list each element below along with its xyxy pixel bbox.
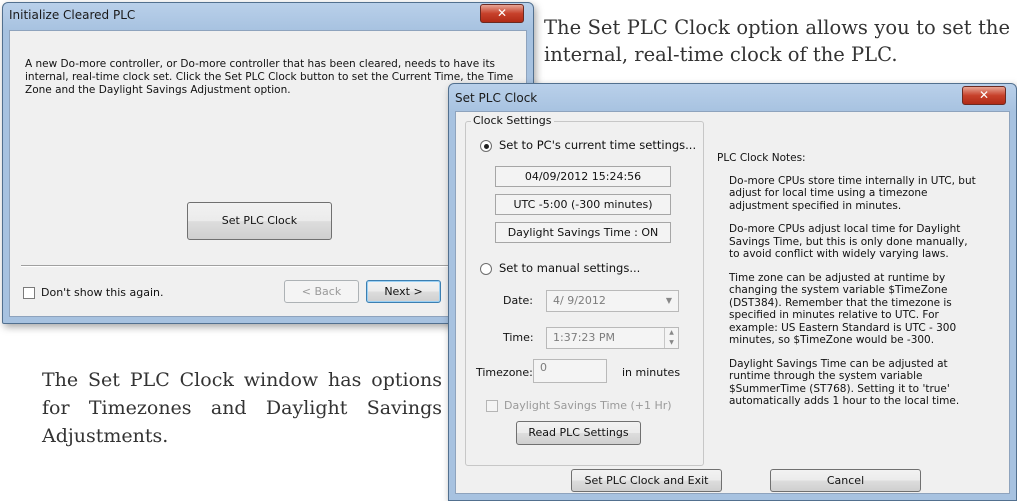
caption-set-plc-clock-window: The Set PLC Clock window has options for… xyxy=(42,369,442,447)
read-plc-settings-button[interactable]: Read PLC Settings xyxy=(516,421,641,445)
window-title: Initialize Cleared PLC xyxy=(9,8,136,22)
timezone-input[interactable]: 0 xyxy=(533,359,607,383)
time-label: Time: xyxy=(503,331,534,344)
close-button[interactable]: ✕ xyxy=(480,4,524,23)
set-plc-clock-and-exit-button[interactable]: Set PLC Clock and Exit xyxy=(571,469,722,492)
manual-settings-radio[interactable] xyxy=(480,263,492,275)
cancel-button[interactable]: Cancel xyxy=(770,469,921,492)
pc-dst-status-display: Daylight Savings Time : ON xyxy=(495,222,671,243)
chevron-down-icon: ▼ xyxy=(665,296,673,305)
pc-time-option-label: Set to PC's current time settings... xyxy=(499,138,697,152)
next-button[interactable]: Next > xyxy=(366,280,441,303)
spin-buttons[interactable]: ▲ ▼ xyxy=(664,328,678,348)
dst-checkbox[interactable] xyxy=(486,400,498,412)
pc-datetime-display: 04/09/2012 15:24:56 xyxy=(495,166,671,187)
note-paragraph: Time zone can be adjusted at runtime by … xyxy=(729,271,957,347)
close-icon: ✕ xyxy=(978,88,990,102)
dst-checkbox-label: Daylight Savings Time (+1 Hr) xyxy=(504,399,672,412)
caption-set-plc-clock-option: The Set PLC Clock option allows you to s… xyxy=(544,16,1010,66)
set-plc-clock-window: Set PLC Clock ✕ Clock Settings Set to PC… xyxy=(448,83,1017,501)
notes-heading: PLC Clock Notes: xyxy=(717,152,806,164)
close-icon: ✕ xyxy=(496,6,508,20)
title-bar: Initialize Cleared PLC ✕ xyxy=(3,3,533,29)
back-button[interactable]: < Back xyxy=(284,280,359,303)
plc-clock-notes: PLC Clock Notes: Do-more CPUs store time… xyxy=(717,152,979,419)
note-paragraph: Do-more CPUs adjust local time for Dayli… xyxy=(729,223,968,260)
close-button[interactable]: ✕ xyxy=(962,86,1006,105)
timezone-label: Timezone: xyxy=(476,366,533,379)
time-stepper[interactable]: 1:37:23 PM ▲ ▼ xyxy=(546,327,679,349)
title-bar: Set PLC Clock ✕ xyxy=(449,84,1016,110)
date-value: 4/ 9/2012 xyxy=(553,294,606,307)
note-paragraph: Do-more CPUs store time internally in UT… xyxy=(729,174,976,212)
spin-up-icon: ▲ xyxy=(669,329,674,336)
pc-utc-offset-display: UTC -5:00 (-300 minutes) xyxy=(495,194,671,215)
dont-show-checkbox[interactable] xyxy=(23,287,35,299)
manual-option-label: Set to manual settings... xyxy=(499,261,641,275)
timezone-value: 0 xyxy=(540,361,547,374)
timezone-unit-label: in minutes xyxy=(622,366,681,379)
spin-down-icon: ▼ xyxy=(669,339,674,346)
dont-show-label: Don't show this again. xyxy=(41,286,164,299)
time-value: 1:37:23 PM xyxy=(553,331,616,344)
clock-settings-legend: Clock Settings xyxy=(471,114,554,127)
pc-time-radio[interactable] xyxy=(480,140,492,152)
set-plc-clock-button[interactable]: Set PLC Clock xyxy=(187,202,332,240)
window-client-area: Clock Settings Set to PC's current time … xyxy=(455,111,1010,494)
note-paragraph: Daylight Savings Time can be adjusted at… xyxy=(729,357,960,408)
window-title: Set PLC Clock xyxy=(455,91,538,105)
date-label: Date: xyxy=(503,294,533,307)
date-dropdown[interactable]: 4/ 9/2012 ▼ xyxy=(546,290,679,312)
